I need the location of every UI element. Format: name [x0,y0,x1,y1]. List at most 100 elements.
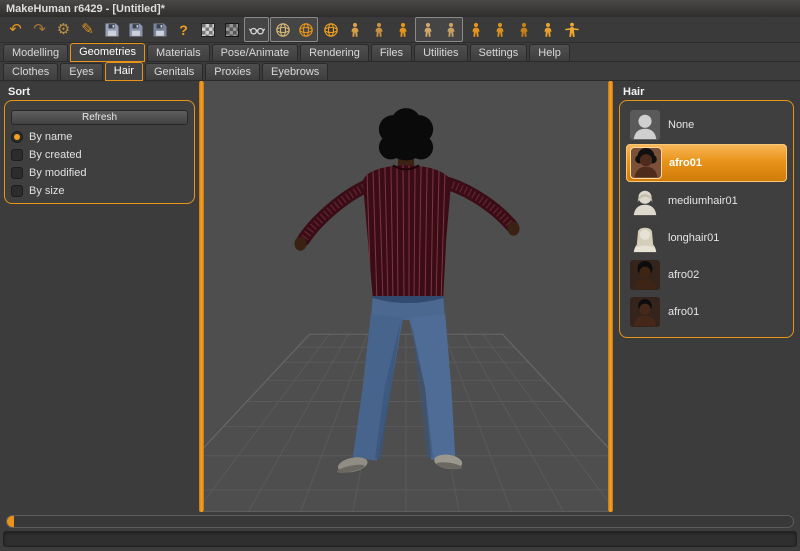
background-checker-icon[interactable] [196,18,219,41]
hair-thumb-afro01 [630,147,662,179]
skeleton-icon[interactable] [343,18,366,41]
tpose-icon-graphic [564,22,580,38]
tab-modelling[interactable]: Modelling [3,44,69,61]
subtab-eyes[interactable]: Eyes [60,63,103,80]
measure-icon-graphic [516,22,532,38]
hair-item-afro01[interactable]: afro01 [626,144,787,182]
radio-by-modified [11,167,23,179]
gear-icon[interactable]: ⚙ [52,18,75,41]
radio-by-name [11,131,23,143]
progress-fill [7,516,14,527]
hair-item-afro02[interactable]: afro02 [626,257,787,293]
background-checker-glyph [200,22,215,37]
hair-item-mediumhair01[interactable]: mediumhair01 [626,183,787,219]
window-titlebar[interactable]: MakeHuman r6429 - [Untitled]* [0,0,800,17]
smooth-icon-graphic [298,22,314,38]
sort-option-by-name[interactable]: By name [11,131,188,143]
glasses-toggle-group [244,17,269,42]
tab-settings[interactable]: Settings [469,44,528,61]
proxy-icon[interactable] [464,18,487,41]
sort-groupbox: Refresh By name By created By modified B… [4,100,195,204]
subtab-proxies[interactable]: Proxies [205,63,260,80]
texture-checker-glyph [224,22,239,37]
tab-geometries[interactable]: Geometries [70,43,145,62]
skin-icon[interactable] [391,18,414,41]
radio-label: By size [29,185,65,197]
character-model [294,108,520,473]
tab-rendering[interactable]: Rendering [300,44,369,61]
help-icon[interactable]: ? [172,18,195,41]
tab-help[interactable]: Help [529,44,570,61]
subtab-clothes[interactable]: Clothes [3,63,59,80]
body-icon[interactable] [488,18,511,41]
save-icon-graphic [104,22,120,38]
tab-files[interactable]: Files [370,44,413,61]
refresh-button[interactable]: Refresh [11,110,188,125]
hair-thumb-afro01-b [630,297,660,327]
pose-eyes-icon[interactable] [439,18,462,41]
skeleton-pose-icon-graphic [371,22,387,38]
tab-materials[interactable]: Materials [146,44,210,61]
viewport-3d[interactable] [204,81,608,512]
wireframe-sphere-icon[interactable] [271,18,294,41]
reset-pose-icon[interactable] [536,18,559,41]
makehuman-window: MakeHuman r6429 - [Untitled]* ↶ ↷ ⚙ ✎ ? [0,0,800,551]
window-title: MakeHuman r6429 - [Untitled]* [6,2,165,15]
right-panel: Hair None afro01 mediumhair01 longhair01… [613,81,800,512]
tpose-icon[interactable] [560,18,583,41]
subtab-genitals[interactable]: Genitals [144,63,204,80]
hair-thumb-none [630,110,660,140]
sub-tab-bar: Clothes Eyes Hair Genitals Proxies Eyebr… [0,62,800,81]
smooth-sphere-icon[interactable] [294,18,317,41]
radio-label: By modified [29,167,87,179]
body-icon-graphic [492,22,508,38]
main-toolbar: ↶ ↷ ⚙ ✎ ? [0,17,800,43]
texture-checker-icon[interactable] [220,18,243,41]
hair-item-afro01-b[interactable]: afro01 [626,294,787,330]
wireframe-icon-graphic [275,22,291,38]
sort-option-by-size[interactable]: By size [11,185,188,197]
hair-item-label: afro02 [668,269,700,281]
redo-icon[interactable]: ↷ [28,18,51,41]
main-tab-bar: Modelling Geometries Materials Pose/Anim… [0,43,800,62]
mesh-globe-icon[interactable] [319,18,342,41]
export-icon-graphic [152,22,168,38]
undo-icon[interactable]: ↶ [4,18,27,41]
tab-pose-animate[interactable]: Pose/Animate [211,44,299,61]
edit-pencil-icon[interactable]: ✎ [76,18,99,41]
hair-item-label: None [668,119,695,131]
radio-label: By created [29,149,82,161]
load-icon-graphic [128,22,144,38]
skeleton-icon-graphic [347,22,363,38]
sort-group-title: Sort [8,86,30,98]
sort-option-by-modified[interactable]: By modified [11,167,188,179]
export-icon[interactable] [148,18,171,41]
subtab-hair[interactable]: Hair [104,62,143,81]
hair-item-label: mediumhair01 [668,195,738,207]
load-icon[interactable] [124,18,147,41]
shading-toggle-group [270,17,318,42]
save-icon[interactable] [100,18,123,41]
hair-item-label: afro01 [668,306,700,318]
tab-utilities[interactable]: Utilities [414,44,468,61]
content-area: Sort Refresh By name By created By modif… [0,81,800,512]
skeleton-pose-icon[interactable] [367,18,390,41]
globe-icon-graphic [323,22,339,38]
pose-glasses-icon-graphic [420,22,436,38]
radio-by-size [11,185,23,197]
pose-glasses-icon[interactable] [416,18,439,41]
glasses-icon-graphic [249,22,265,38]
hair-thumb-longhair01 [630,223,660,253]
progress-bar [6,515,794,528]
measure-icon[interactable] [512,18,535,41]
reset-pose-icon-graphic [540,22,556,38]
radio-by-created [11,149,23,161]
skin-icon-graphic [395,22,411,38]
hair-item-longhair01[interactable]: longhair01 [626,220,787,256]
glasses-toggle-icon[interactable] [245,18,268,41]
hair-thumb-afro02 [630,260,660,290]
sort-option-by-created[interactable]: By created [11,149,188,161]
hair-item-none[interactable]: None [626,107,787,143]
subtab-eyebrows[interactable]: Eyebrows [261,63,329,80]
hair-group-title: Hair [623,86,645,98]
